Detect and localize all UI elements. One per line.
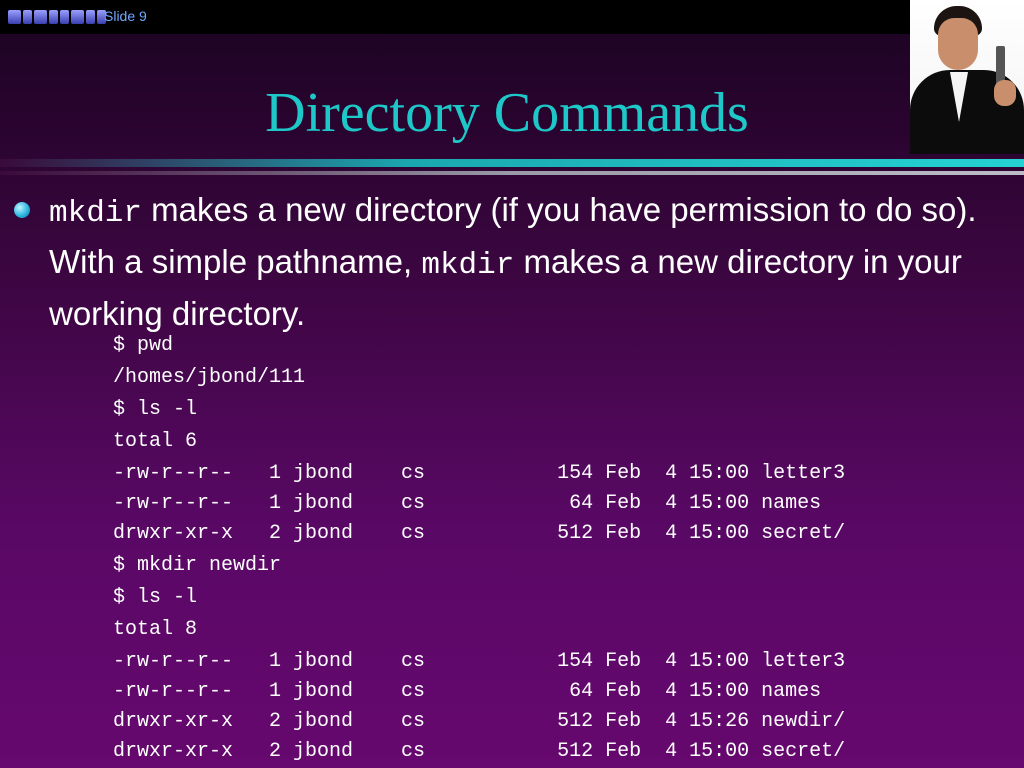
bullet-dot-icon (14, 202, 30, 218)
listing-line: -rw-r--r-- 1 jbond cs 64 Feb 4 15:00 nam… (113, 492, 822, 515)
listing-line: $ ls -l (113, 586, 198, 609)
slide-title: Directory Commands (265, 82, 749, 144)
listing-line: -rw-r--r-- 1 jbond cs 154 Feb 4 15:00 le… (113, 462, 846, 485)
listing-line: drwxr-xr-x 2 jbond cs 512 Feb 4 15:26 ne… (113, 710, 846, 733)
listing-line: $ ls -l (113, 398, 198, 421)
title-divider-cyan (0, 159, 1024, 167)
bullet-text: mkdir makes a new directory (if you have… (49, 186, 1009, 338)
command-mkdir: mkdir (49, 196, 143, 231)
listing-line: $ pwd (113, 334, 174, 357)
slide-number: Slide 9 (104, 8, 147, 24)
listing-line: -rw-r--r-- 1 jbond cs 154 Feb 4 15:00 le… (113, 650, 846, 673)
listing-line: $ mkdir newdir (113, 554, 282, 577)
listing-line: total 6 (113, 430, 198, 453)
command-mkdir: mkdir (421, 248, 515, 283)
course-logo-icon (8, 9, 106, 25)
listing-line: /homes/jbond/111 (113, 366, 306, 389)
listing-line: -rw-r--r-- 1 jbond cs 64 Feb 4 15:00 nam… (113, 680, 822, 703)
title-divider-gray (0, 171, 1024, 175)
terminal-listing: $ pwd /homes/jbond/111 $ ls -l total 6 -… (113, 331, 1013, 767)
listing-line: drwxr-xr-x 2 jbond cs 512 Feb 4 15:00 se… (113, 740, 846, 763)
top-bar: Slide 9 (0, 0, 1024, 34)
listing-line: total 8 (113, 618, 198, 641)
listing-line: drwxr-xr-x 2 jbond cs 512 Feb 4 15:00 se… (113, 522, 846, 545)
